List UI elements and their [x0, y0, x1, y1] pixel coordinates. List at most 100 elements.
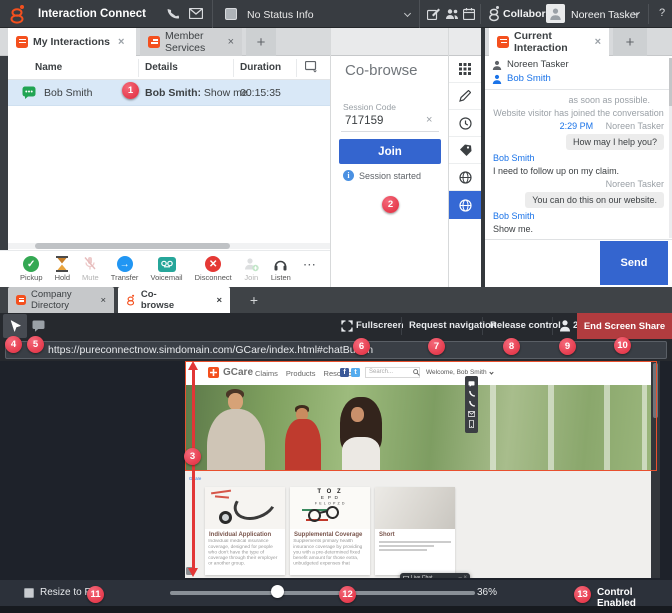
callout-4: 4	[5, 336, 22, 353]
disconnect-icon: ✕	[205, 256, 221, 272]
card-short-term[interactable]: Short	[375, 487, 455, 575]
rail-item-web[interactable]	[449, 164, 481, 191]
status-label: No Status Info	[247, 9, 314, 21]
tab-member-services[interactable]: Member Services ×	[140, 28, 242, 56]
live-chat-widget[interactable]: Live Chat – × Bob SmithI need to follow …	[400, 573, 470, 578]
collaborate-icon[interactable]	[488, 5, 501, 22]
chevron-down-icon	[404, 10, 411, 17]
fullscreen-icon[interactable]	[341, 320, 353, 332]
voicemail-icon	[158, 257, 176, 272]
participant-agent[interactable]: Noreen Tasker	[492, 59, 569, 70]
listen-button[interactable]: Listen	[271, 257, 291, 282]
participant-visitor[interactable]: Bob Smith	[492, 73, 551, 84]
rail-item-apps[interactable]	[449, 56, 481, 83]
transfer-button[interactable]: → Transfer	[111, 256, 139, 282]
pencil-icon	[459, 90, 471, 102]
card-individual-application[interactable]: Individual Application Individual medica…	[205, 487, 285, 575]
screen-share-stage[interactable]: GCare Claims Products Resources f t Sear…	[0, 361, 672, 580]
session-code-input[interactable]: 717159	[345, 115, 383, 127]
scrollbar-thumb[interactable]	[35, 243, 230, 249]
new-tab-button[interactable]: +	[613, 28, 647, 56]
status-square-icon	[225, 8, 237, 20]
details-sender: Bob Smith:	[145, 87, 201, 99]
new-tab-button[interactable]: +	[246, 28, 276, 56]
zoom-slider-knob[interactable]	[271, 585, 284, 598]
rail-item-cobrowse-active[interactable]	[449, 191, 481, 219]
tab-label: Member Services	[165, 30, 220, 54]
tab-cobrowse[interactable]: Co-browse ×	[118, 287, 230, 313]
agent-message: You can do this on our website.	[493, 192, 664, 208]
toolbar-divider	[401, 317, 402, 335]
top-header: Interaction Connect No Status Info Colla…	[0, 0, 672, 28]
directory-icon[interactable]	[445, 8, 459, 20]
button-label: Listen	[271, 273, 291, 282]
tab-my-interactions[interactable]: My Interactions ×	[8, 28, 136, 56]
hold-button[interactable]: Hold	[55, 256, 70, 282]
callout-7: 7	[428, 338, 445, 355]
column-details[interactable]: Details	[145, 62, 178, 73]
calendar-icon[interactable]	[463, 8, 475, 20]
chat-tool-button[interactable]	[26, 314, 50, 338]
viewers-icon[interactable]	[559, 319, 571, 332]
chat-transcript[interactable]: as soon as possible. Website visitor has…	[485, 90, 672, 239]
callout-9: 9	[559, 338, 576, 355]
interaction-connect-app: Interaction Connect No Status Info Colla…	[0, 0, 672, 613]
email-icon[interactable]	[189, 8, 203, 19]
status-dropdown[interactable]: No Status Info	[212, 0, 420, 28]
send-button[interactable]: Send	[600, 241, 668, 285]
compose-icon[interactable]	[427, 8, 440, 20]
request-navigation-button[interactable]: Request navigation	[409, 320, 497, 331]
phone-icon[interactable]	[166, 7, 179, 20]
my-interactions-panel: My Interactions × Member Services × + Na…	[0, 28, 330, 287]
avatar[interactable]	[546, 4, 565, 23]
close-icon[interactable]: ×	[100, 295, 106, 306]
release-control-button[interactable]: Release control	[490, 320, 561, 331]
clear-icon[interactable]: ×	[426, 114, 432, 126]
toolbar-divider	[552, 317, 553, 335]
participant-name: Noreen Tasker	[507, 59, 569, 70]
card-supplemental-coverage[interactable]: T O Z E P D F E L O P Z D Supplemental C…	[290, 487, 370, 575]
close-icon[interactable]: ×	[463, 575, 467, 578]
pickup-button[interactable]: ✓ Pickup	[20, 256, 43, 282]
tab-company-directory[interactable]: Company Directory ×	[8, 287, 114, 313]
close-icon[interactable]: ×	[118, 36, 124, 48]
callout-5: 5	[27, 336, 44, 353]
view-options-icon[interactable]	[305, 61, 318, 73]
column-duration[interactable]: Duration	[240, 62, 281, 73]
fullscreen-button[interactable]: Fullscreen	[356, 320, 404, 331]
grid-icon	[459, 63, 471, 75]
user-menu[interactable]: Noreen Tasker	[571, 9, 639, 21]
new-tab-button[interactable]: +	[240, 287, 268, 313]
member-services-tab-icon	[148, 36, 160, 48]
join-session-button[interactable]: Join	[339, 139, 441, 164]
disconnect-button[interactable]: ✕ Disconnect	[195, 256, 232, 282]
minimize-icon[interactable]: –	[458, 575, 461, 578]
column-name[interactable]: Name	[35, 62, 62, 73]
voicemail-button[interactable]: Voicemail	[150, 257, 182, 282]
site-content-brand: GCare	[189, 477, 201, 481]
rail-item-history[interactable]	[449, 110, 481, 137]
tab-label: My Interactions	[33, 36, 110, 48]
more-controls-button[interactable]: ⋯	[303, 257, 316, 282]
pointer-tool-button[interactable]	[3, 314, 27, 338]
author-name: Noreen Tasker	[606, 121, 664, 131]
resize-to-fit-checkbox[interactable]	[24, 588, 34, 598]
close-icon[interactable]: ×	[228, 36, 234, 48]
close-icon[interactable]: ×	[595, 36, 601, 48]
zoom-slider[interactable]	[170, 591, 475, 595]
help-button[interactable]: ?	[659, 7, 665, 19]
close-icon[interactable]: ×	[216, 295, 222, 306]
button-label: Disconnect	[195, 273, 232, 282]
rail-item-notes[interactable]	[449, 83, 481, 110]
agent-message: How may I help you?	[493, 134, 664, 150]
rail-item-tags[interactable]	[449, 137, 481, 164]
live-chat-header[interactable]: Live Chat – ×	[400, 573, 470, 578]
tab-current-interaction[interactable]: Current Interaction ×	[489, 28, 609, 56]
eye-chart-row: E P D	[298, 496, 362, 501]
highlight-rectangle-annotation	[185, 361, 657, 471]
cobrowse-panel: Co-browse Session Code 717159 × Join i S…	[330, 28, 448, 287]
chat-interaction-icon	[22, 86, 36, 99]
end-screen-share-button[interactable]: End Screen Share	[577, 313, 672, 339]
interaction-row-bob-smith[interactable]: Bob Smith Bob Smith: Show me. 00:15:35	[8, 80, 330, 106]
horizontal-scrollbar[interactable]	[8, 243, 330, 249]
